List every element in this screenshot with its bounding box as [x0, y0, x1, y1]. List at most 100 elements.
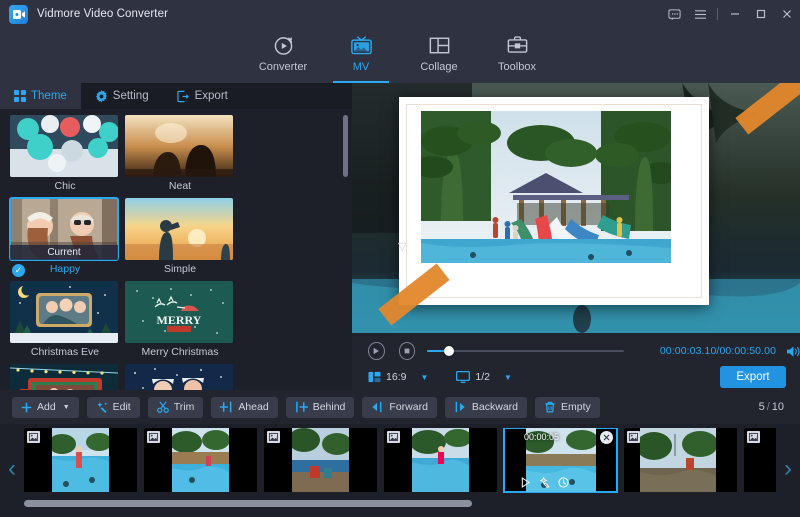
add-button-label: Add [37, 401, 56, 413]
chevron-down-icon[interactable]: ▼ [420, 373, 428, 382]
ahead-button-label: Ahead [238, 401, 269, 413]
clip-remove-button[interactable] [600, 431, 613, 444]
clip-duration-icon[interactable] [558, 477, 569, 488]
image-icon [147, 431, 160, 443]
theme-item-snowy-night[interactable]: Snowy Night [125, 364, 235, 390]
aspect-ratio-selector[interactable]: 16:9 ▼ [368, 371, 428, 383]
clip-item[interactable] [144, 428, 257, 492]
tab-label-setting: Setting [112, 90, 149, 102]
clip-item[interactable] [384, 428, 497, 492]
stop-button[interactable] [398, 342, 416, 360]
theme-item-simple[interactable]: Simple [125, 198, 235, 275]
player-controls-row-options: 16:9 ▼ 1/2 ▼ Export [352, 364, 800, 390]
backward-button[interactable]: Backward [444, 396, 528, 418]
clip-counter-separator: / [766, 401, 770, 413]
forward-button-label: Forward [389, 401, 428, 413]
play-button[interactable] [368, 342, 385, 360]
nav-item-converter[interactable]: Converter [244, 28, 322, 83]
empty-button[interactable]: Empty [535, 396, 600, 418]
export-button[interactable]: Export [720, 366, 786, 388]
theme-thumbnail [125, 115, 233, 177]
clip-filmstrip: ‹ › 00:00:05 [0, 424, 800, 517]
nav-item-mv[interactable]: MV [322, 28, 400, 83]
app-logo [9, 4, 28, 24]
close-icon[interactable] [774, 0, 800, 28]
plus-icon [21, 402, 32, 413]
nav-item-toolbox[interactable]: Toolbox [478, 28, 556, 83]
nav-label-toolbox: Toolbox [498, 61, 536, 73]
app-window: Vidmore Video Converter Converter MV Col… [0, 0, 800, 517]
clip-play-icon[interactable] [520, 477, 531, 488]
theme-name: Christmas Eve [30, 346, 100, 358]
seek-slider[interactable] [427, 345, 624, 357]
menu-icon[interactable] [687, 0, 713, 28]
grid-icon [14, 90, 26, 102]
chevron-down-icon[interactable]: ▼ [63, 404, 70, 411]
trim-button[interactable]: Trim [147, 396, 204, 418]
export-icon [176, 90, 189, 102]
tab-theme[interactable]: Theme [0, 83, 81, 109]
theme-item-neat[interactable]: Neat [125, 115, 235, 192]
clip-thumbnail [292, 428, 349, 492]
clip-item[interactable] [744, 428, 776, 492]
theme-panel[interactable]: Chic Neat Current ✓ Happy Simple Christm… [0, 109, 352, 390]
theme-grid: Chic Neat Current ✓ Happy Simple Christm… [0, 109, 352, 390]
backward-button-label: Backward [471, 401, 519, 413]
theme-thumbnail [125, 198, 233, 260]
chevron-right-icon[interactable]: › [778, 452, 798, 486]
ahead-button[interactable]: Ahead [211, 396, 278, 418]
app-title: Vidmore Video Converter [37, 8, 169, 20]
volume-icon[interactable] [786, 345, 800, 358]
trim-button-label: Trim [173, 401, 195, 413]
theme-item-chic[interactable]: Chic [10, 115, 120, 192]
feedback-icon[interactable] [661, 0, 687, 28]
forward-button[interactable]: Forward [362, 396, 437, 418]
svg-text:MERRY: MERRY [157, 313, 202, 327]
empty-button-label: Empty [561, 401, 591, 413]
nav-item-collage[interactable]: Collage [400, 28, 478, 83]
video-preview[interactable]: ▽ [352, 83, 800, 333]
trash-icon [544, 401, 556, 413]
clip-thumbnail [52, 428, 109, 492]
tab-export[interactable]: Export [163, 83, 242, 109]
filmstrip-scrollbar[interactable] [24, 500, 776, 507]
theme-item-merry-christmas[interactable]: MERRY Merry Christmas [125, 281, 235, 358]
filmstrip-scrollbar-thumb[interactable] [24, 500, 472, 507]
theme-item-happy[interactable]: Current ✓ Happy [9, 197, 120, 277]
tab-setting[interactable]: Setting [81, 83, 163, 109]
minimize-icon[interactable] [722, 0, 748, 28]
theme-panel-scrollbar-thumb[interactable] [343, 115, 348, 177]
move-backward-icon [454, 401, 467, 413]
edit-button[interactable]: Edit [86, 396, 140, 418]
clip-effects-icon[interactable] [539, 477, 550, 488]
scissors-icon [156, 401, 169, 413]
theme-name: Happy [49, 263, 81, 275]
quality-selector[interactable]: 1/2 ▼ [456, 371, 512, 383]
chevron-down-icon[interactable]: ▼ [504, 373, 512, 382]
theme-panel-scrollbar[interactable] [343, 115, 348, 390]
clip-tool-icons [520, 477, 569, 488]
image-icon [747, 431, 760, 443]
player-controls: 00:00:03.10/00:00:50.00 16:9 ▼ 1/2 ▼ Exp… [352, 333, 800, 390]
theme-item-santa-claus[interactable]: Santa Claus [10, 364, 120, 390]
clip-item[interactable] [624, 428, 737, 492]
add-button[interactable]: Add ▼ [12, 396, 79, 418]
theme-name: Merry Christmas [141, 346, 219, 358]
screen-icon [456, 371, 471, 383]
tab-label-theme: Theme [31, 90, 67, 102]
chevron-left-icon[interactable]: ‹ [2, 452, 22, 486]
window-controls-divider [717, 8, 718, 20]
behind-button[interactable]: Behind [285, 396, 355, 418]
clip-item[interactable] [24, 428, 137, 492]
clip-item-selected[interactable]: 00:00:05 [503, 428, 618, 493]
clip-thumbnail [640, 428, 716, 492]
theme-item-christmas-eve[interactable]: Christmas Eve [10, 281, 120, 358]
clip-list: 00:00:05 [24, 428, 776, 494]
theme-thumbnail [10, 115, 118, 177]
clip-item[interactable] [264, 428, 377, 492]
seek-handle[interactable] [444, 346, 455, 356]
theme-name: Simple [163, 263, 197, 275]
maximize-icon[interactable] [748, 0, 774, 28]
image-icon [267, 431, 280, 443]
quality-value: 1/2 [475, 371, 490, 383]
